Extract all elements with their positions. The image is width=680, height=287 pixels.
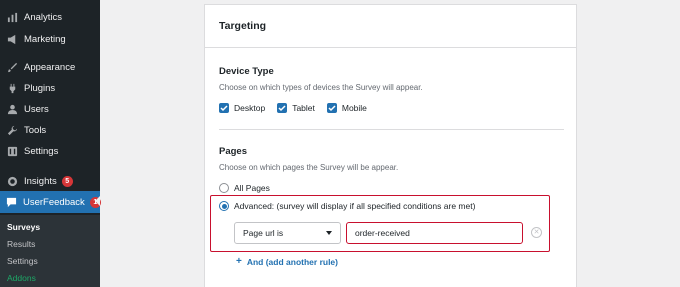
sidebar-item-label: Marketing [24,33,66,45]
insights-icon [6,175,18,187]
radio-label: All Pages [234,183,270,193]
sidebar-item-label: Analytics [24,11,63,23]
sidebar-item-plugins[interactable]: Plugins [0,77,100,99]
notification-badge: 5 [61,175,73,187]
sidebar-item-label: Tools [24,124,47,136]
checkbox-label: Mobile [341,103,367,113]
caret-down-icon [326,231,332,235]
rule-value-input[interactable]: order-received [346,222,523,244]
pages-description: Choose on which pages the Survey will be… [219,163,399,172]
wrench-icon [6,124,18,136]
admin-sidebar: Analytics Marketing Appearance Plugins U… [0,0,101,287]
sidebar-item-label: UserFeedback [23,196,85,208]
sidebar-item-label: Settings [24,145,59,157]
sidebar-item-marketing[interactable]: Marketing [0,28,100,50]
sidebar-item-appearance[interactable]: Appearance [0,56,100,78]
active-menu-arrow [95,196,100,206]
tablet-checkbox[interactable]: Tablet [277,103,315,113]
card-header: Targeting [205,5,576,48]
sidebar-item-settings[interactable]: Settings [0,140,100,162]
add-rule-button[interactable]: + And (add another rule) [236,256,338,267]
radio-unchecked-icon [219,183,229,193]
userfeedback-icon [6,196,17,208]
submenu-item-results[interactable]: Results [7,239,35,249]
checkbox-checked-icon [219,103,229,113]
mobile-checkbox[interactable]: Mobile [326,103,367,113]
checkbox-checked-icon [277,103,288,113]
device-checkboxes: Desktop Tablet Mobile [219,103,379,113]
card-title: Targeting [219,20,267,32]
submenu-item-addons[interactable]: Addons [7,273,36,283]
user-icon [6,103,18,115]
device-type-description: Choose on which types of devices the Sur… [219,83,423,92]
megaphone-icon [6,33,18,45]
analytics-icon [6,11,18,23]
device-type-title: Device Type [219,66,274,77]
submenu-item-surveys[interactable]: Surveys [7,222,40,232]
plug-icon [6,82,18,94]
userfeedback-submenu: Surveys Results Settings Addons [0,215,100,287]
paintbrush-icon [6,61,18,73]
remove-rule-icon[interactable]: ✕ [531,227,542,238]
add-rule-label: And (add another rule) [246,256,338,267]
sidebar-item-insights[interactable]: Insights 5 [0,170,100,192]
sidebar-item-label: Users [24,103,49,115]
sidebar-item-userfeedback[interactable]: UserFeedback 1 [0,191,101,213]
checkbox-checked-icon [326,103,337,113]
sidebar-item-label: Insights [24,175,57,187]
sidebar-item-tools[interactable]: Tools [0,119,100,141]
sidebar-item-analytics[interactable]: Analytics [0,6,100,28]
input-value: order-received [355,228,410,238]
section-divider [219,129,564,130]
select-value: Page url is [243,228,284,238]
sidebar-item-label: Appearance [24,61,76,73]
rule-condition-select[interactable]: Page url is [234,222,341,244]
all-pages-radio[interactable]: All Pages [219,183,270,193]
checkbox-label: Tablet [292,103,315,113]
submenu-item-settings[interactable]: Settings [7,256,38,266]
sidebar-item-label: Plugins [24,82,56,94]
plus-icon: + [236,256,242,267]
sidebar-item-users[interactable]: Users [0,98,100,120]
pages-title: Pages [219,146,247,157]
checkbox-label: Desktop [234,103,266,113]
desktop-checkbox[interactable]: Desktop [219,103,265,113]
settings-sliders-icon [6,145,18,157]
